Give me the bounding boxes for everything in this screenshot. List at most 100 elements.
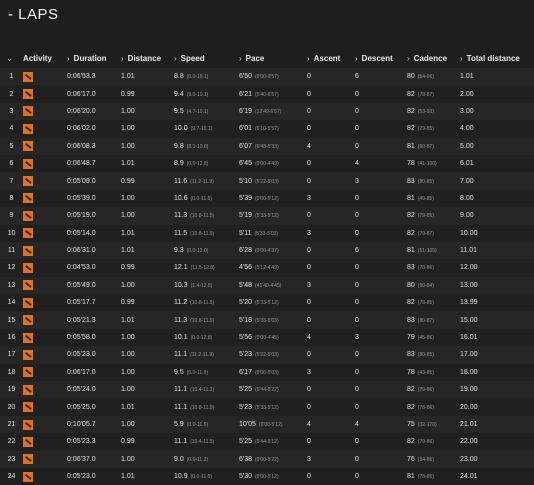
- activity-cell[interactable]: [23, 381, 67, 399]
- activity-icon[interactable]: [23, 367, 33, 378]
- activity-cell[interactable]: [23, 346, 67, 364]
- activity-icon[interactable]: [23, 471, 33, 482]
- lap-row[interactable]: 13 0:05'49.0 1.00 10.3 (1.4-12.8) 5'48 (41'40-…: [0, 276, 534, 295]
- lap-row[interactable]: 1 0:06'53.3 1.01 8.8 (0.0-10.1) 6'50 (0'00-0'5…: [0, 68, 534, 86]
- activity-cell[interactable]: [23, 224, 67, 242]
- lap-row[interactable]: 2 0:06'17.0 0.99 9.4 (9.0-10.1) 6'21 (5'40-6'5…: [0, 85, 534, 103]
- lap-row[interactable]: 5 0:06'08.3 1.00 9.8 (8.1-10.8) 6'07 (6'48-5'3…: [0, 137, 534, 155]
- lap-row[interactable]: 22 0:05'23.3 0.99 11.1 (10.4-11.5) 5'25 (5'44-…: [0, 433, 534, 451]
- activity-icon[interactable]: [23, 315, 33, 326]
- activity-icon[interactable]: [23, 176, 33, 187]
- cadence-cell: 82 (79-86): [407, 433, 460, 451]
- activity-icon[interactable]: [23, 210, 33, 221]
- lap-number: 18: [0, 363, 23, 382]
- speed-value: 8.8: [174, 73, 184, 81]
- activity-cell[interactable]: [23, 328, 67, 347]
- lap-row[interactable]: 19 0:05'24.0 1.00 11.1 (10.4-11.2) 5'25 (5'44-…: [0, 381, 534, 399]
- activity-cell[interactable]: [23, 172, 67, 190]
- chevron-right-icon: ›: [174, 53, 177, 63]
- activity-cell[interactable]: [23, 154, 67, 173]
- activity-cell[interactable]: [23, 433, 67, 451]
- pace-value: 5'11: [239, 229, 252, 237]
- lap-row[interactable]: 16 0:05'58.0 1.00 10.1 (0.0-12.8) 5'56 (0'00-4…: [0, 328, 534, 347]
- distance-cell: 1.01: [121, 241, 174, 260]
- column-descent[interactable]: › Descent: [355, 48, 407, 68]
- speed-range: (10.8-11.9): [190, 317, 215, 324]
- column-cadence[interactable]: › Cadence: [407, 48, 460, 68]
- activity-icon[interactable]: [23, 349, 33, 360]
- activity-cell[interactable]: [23, 68, 67, 86]
- lap-row[interactable]: 3 0:06'20.0 1.00 9.5 (4.7-10.1) 6'19 (12'49-6'…: [0, 102, 534, 121]
- column-distance[interactable]: › Distance: [121, 48, 174, 68]
- descent-cell: 0: [355, 346, 407, 364]
- activity-icon[interactable]: [23, 228, 33, 239]
- activity-icon[interactable]: [23, 454, 33, 465]
- lap-row[interactable]: 21 0:10'05.7 1.00 5.9 (0.0-11.5) 10'05 (0'00-5…: [0, 415, 534, 434]
- lap-row[interactable]: 15 0:05'21.3 1.01 11.3 (10.8-11.9) 5'18 (5'33-…: [0, 311, 534, 329]
- speed-value: 11.3: [174, 316, 188, 324]
- lap-row[interactable]: 7 0:05'09.0 0.99 11.6 (11.2-11.9) 5'10 (5'22-5…: [0, 172, 534, 190]
- activity-icon[interactable]: [23, 245, 33, 256]
- activity-icon[interactable]: [23, 89, 33, 100]
- activity-cell[interactable]: [23, 276, 67, 295]
- activity-icon[interactable]: [23, 158, 33, 169]
- pace-cell: 6'01 (6'10-5'57): [239, 120, 307, 138]
- pace-value: 6'28: [239, 247, 253, 255]
- activity-icon[interactable]: [23, 280, 33, 291]
- activity-cell[interactable]: [23, 241, 67, 260]
- lap-row[interactable]: 20 0:05'25.0 1.01 11.1 (10.8-11.9) 5'23 (5'33-…: [0, 398, 534, 416]
- speed-cell: 9.4 (9.0-10.1): [174, 85, 239, 103]
- activity-cell[interactable]: [23, 450, 67, 468]
- lap-row[interactable]: 6 0:06'48.7 1.01 8.9 (0.0-12.8) 6'45 (0'00-4'4…: [0, 154, 534, 173]
- pace-value: 10'05: [239, 421, 256, 428]
- activity-icon[interactable]: [23, 384, 33, 395]
- column-activity[interactable]: Activity: [23, 48, 67, 68]
- lap-row[interactable]: 10 0:05'14.0 1.01 11.5 (10.8-11.9) 5'11 (5'33-…: [0, 224, 534, 242]
- activity-icon[interactable]: [23, 106, 33, 117]
- distance-cell: 1.00: [121, 363, 174, 382]
- activity-cell[interactable]: [23, 467, 67, 485]
- lap-row[interactable]: 14 0:05'17.7 0.99 11.2 (10.8-11.5) 5'20 (5'33-…: [0, 294, 534, 312]
- chevron-down-icon[interactable]: ⌄: [6, 54, 13, 63]
- activity-icon[interactable]: [23, 332, 33, 343]
- activity-icon[interactable]: [23, 141, 33, 152]
- activity-icon[interactable]: [23, 123, 33, 134]
- lap-row[interactable]: 4 0:06'02.0 1.00 10.0 (9.7-10.1) 6'01 (6'10-5'…: [0, 120, 534, 138]
- activity-cell[interactable]: [23, 363, 67, 382]
- column-duration[interactable]: › Duration: [67, 48, 121, 68]
- activity-cell[interactable]: [23, 137, 67, 155]
- activity-cell[interactable]: [23, 294, 67, 312]
- activity-cell[interactable]: [23, 120, 67, 138]
- descent-cell: 0: [355, 450, 407, 468]
- lap-row[interactable]: 9 0:05'19.0 1.00 11.3 (10.8-11.5) 5'19 (5'33-5…: [0, 207, 534, 225]
- column-speed[interactable]: › Speed: [174, 48, 239, 68]
- activity-cell[interactable]: [23, 189, 67, 208]
- column-ascent[interactable]: › Ascent: [307, 48, 355, 68]
- activity-cell[interactable]: [23, 415, 67, 434]
- column-total-distance[interactable]: › Total distance: [460, 48, 534, 68]
- activity-icon[interactable]: [23, 419, 33, 430]
- lap-row[interactable]: 23 0:06'37.0 1.00 9.0 (0.0-11.2) 6'38 (0'00-5'…: [0, 450, 534, 468]
- activity-cell[interactable]: [23, 85, 67, 103]
- lap-row[interactable]: 17 0:05'23.0 1.00 11.1 (11.2-11.9) 5'23 (5'22-…: [0, 346, 534, 364]
- column-pace[interactable]: › Pace: [239, 48, 307, 68]
- lap-row[interactable]: 8 0:05'39.0 1.00 10.6 (0.0-11.5) 5'39 (0'00-5'…: [0, 189, 534, 208]
- sort-toggle[interactable]: ⌄: [0, 48, 23, 68]
- activity-cell[interactable]: [23, 398, 67, 416]
- lap-row[interactable]: 12 0:04'53.0 0.99 12.1 (11.5-12.8) 4'56 (5'12-…: [0, 259, 534, 277]
- activity-icon[interactable]: [23, 193, 33, 204]
- pace-cell: 10'05 (0'00-5'12): [239, 415, 307, 434]
- lap-row[interactable]: 18 0:06'17.0 1.00 9.5 (0.0-11.9) 6'17 (0'00-5'…: [0, 363, 534, 382]
- activity-icon[interactable]: [23, 262, 33, 273]
- activity-icon[interactable]: [23, 402, 33, 413]
- activity-cell[interactable]: [23, 207, 67, 225]
- activity-cell[interactable]: [23, 102, 67, 121]
- activity-icon[interactable]: [23, 297, 33, 308]
- activity-icon[interactable]: [23, 436, 33, 447]
- activity-icon[interactable]: [23, 71, 33, 82]
- activity-cell[interactable]: [23, 311, 67, 329]
- activity-cell[interactable]: [23, 259, 67, 277]
- lap-row[interactable]: 11 0:06'31.0 1.01 9.3 (0.0-13.0) 6'28 (0'00-4'…: [0, 241, 534, 260]
- lap-row[interactable]: 24 0:05'23.0 1.01 10.9 (0.0-11.5) 5'30 (0'00-5…: [0, 467, 534, 485]
- page-title: - LAPS: [8, 6, 59, 23]
